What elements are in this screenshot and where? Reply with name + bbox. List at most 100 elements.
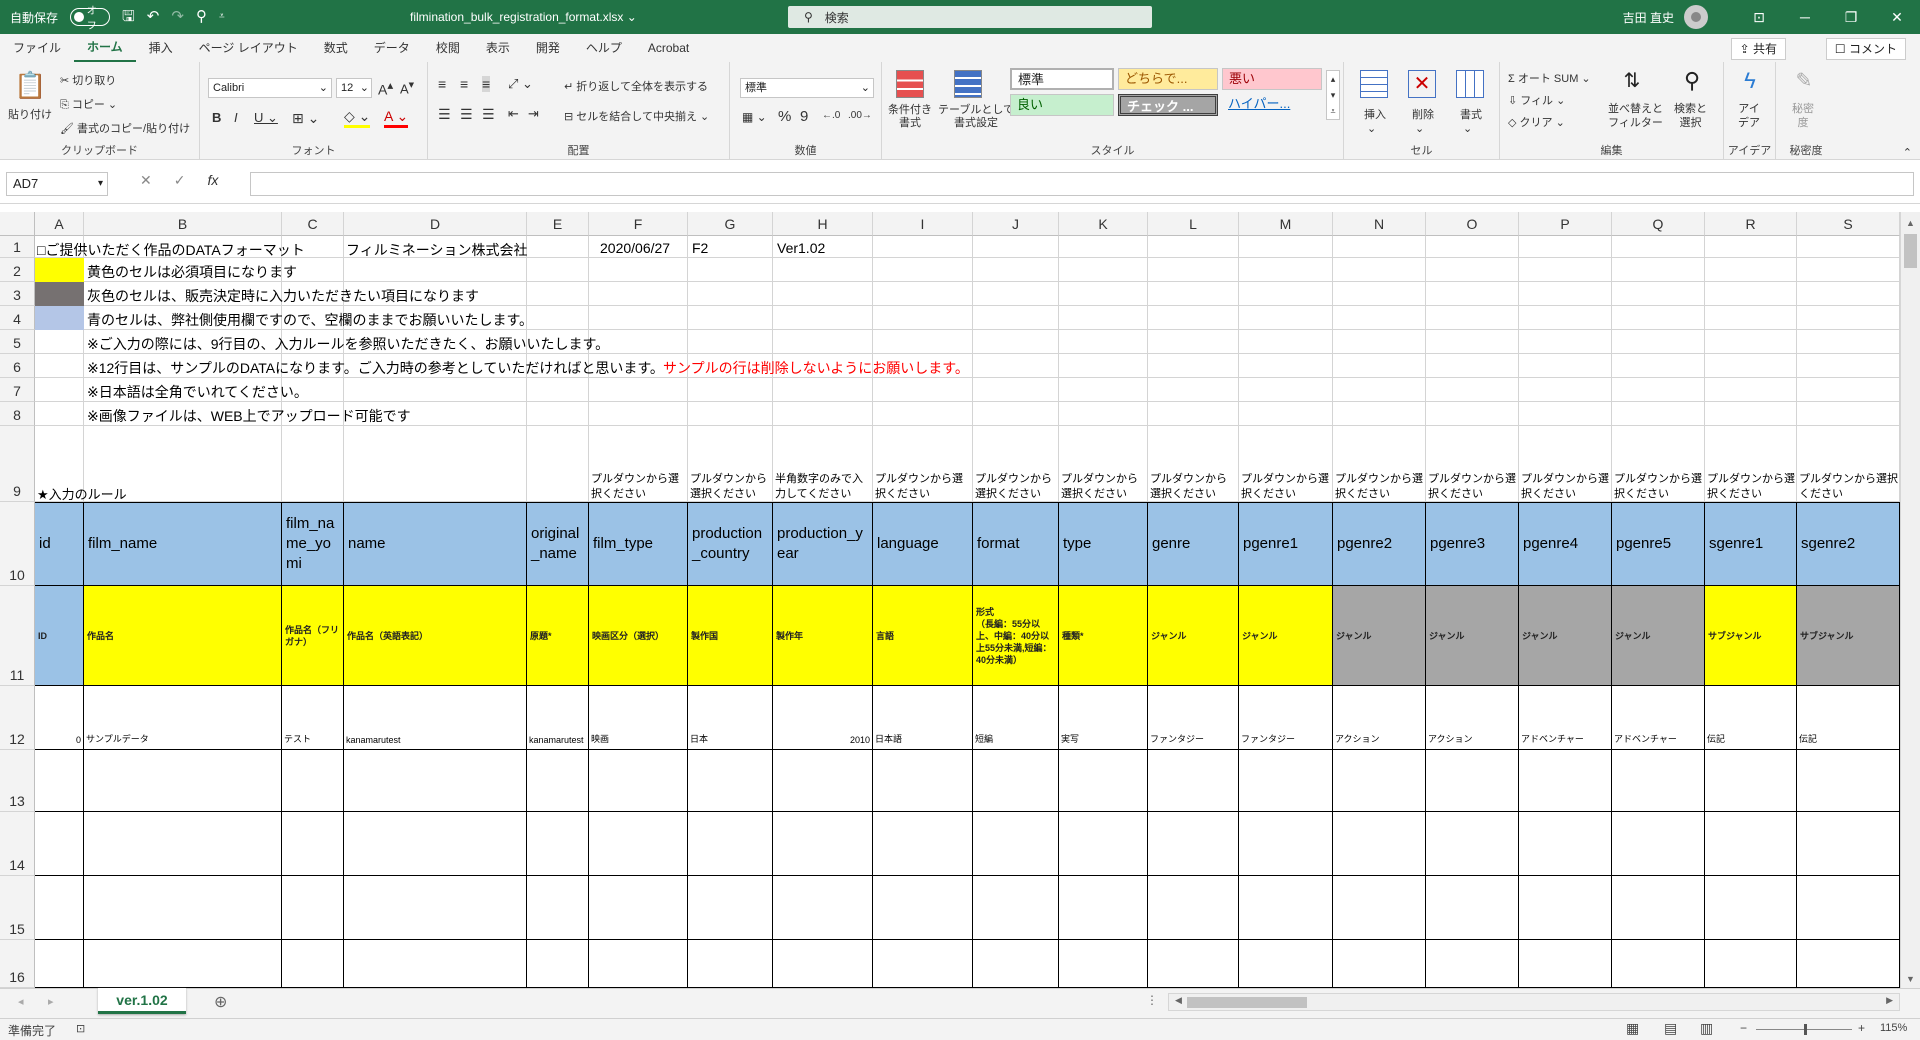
find-select-button[interactable]: 検索と 選択 (1674, 102, 1707, 130)
insert-function-icon[interactable]: fx (207, 172, 218, 189)
cell[interactable] (1333, 330, 1426, 354)
cell[interactable] (873, 402, 973, 426)
style-normal[interactable]: 標準 (1010, 68, 1114, 90)
table-cell[interactable] (1797, 876, 1900, 940)
style-neutral[interactable]: どちらで... (1118, 68, 1218, 90)
font-color-icon[interactable]: A ⌄ (384, 108, 409, 128)
style-good[interactable]: 良い (1010, 94, 1114, 116)
cell[interactable] (688, 282, 773, 306)
insert-cells-button[interactable]: 挿入 ⌄ (1364, 106, 1386, 135)
field-desc-g[interactable]: 製作国 (688, 586, 773, 686)
cell[interactable] (1059, 354, 1148, 378)
cell[interactable] (1612, 402, 1705, 426)
table-cell[interactable] (344, 750, 527, 812)
row-header-12[interactable]: 12 (0, 686, 35, 750)
underline-icon[interactable]: U ⌄ (254, 110, 278, 126)
table-cell[interactable] (344, 812, 527, 876)
cell[interactable] (35, 330, 84, 354)
column-header-q[interactable]: Q (1612, 212, 1705, 236)
format-cells-icon[interactable] (1456, 70, 1484, 98)
table-cell[interactable] (1333, 876, 1426, 940)
font-size-select[interactable]: 12 ⌄ (336, 78, 372, 98)
cell[interactable] (1797, 306, 1900, 330)
cell[interactable] (688, 378, 773, 402)
close-icon[interactable]: ✕ (1874, 9, 1920, 26)
row-header-9[interactable]: 9 (0, 426, 35, 502)
cell[interactable] (589, 402, 688, 426)
table-cell[interactable] (688, 750, 773, 812)
zoom-slider-thumb[interactable] (1804, 1024, 1807, 1035)
table-cell[interactable] (1148, 876, 1239, 940)
cell[interactable] (1239, 354, 1333, 378)
decrease-font-icon[interactable]: A▾ (400, 78, 414, 96)
table-cell[interactable] (35, 940, 84, 988)
tab-acrobat[interactable]: Acrobat (635, 34, 702, 62)
cell[interactable] (873, 378, 973, 402)
cell[interactable] (344, 258, 527, 282)
cell[interactable] (1426, 378, 1519, 402)
cell[interactable] (1797, 258, 1900, 282)
sample-cell-c[interactable]: テスト (282, 686, 344, 750)
cell[interactable] (1333, 236, 1426, 258)
cell[interactable] (1426, 402, 1519, 426)
cell[interactable] (1797, 330, 1900, 354)
sample-cell-i[interactable]: 日本語 (873, 686, 973, 750)
sample-cell-b[interactable]: サンプルデータ (84, 686, 282, 750)
table-cell[interactable] (282, 750, 344, 812)
sample-cell-d[interactable]: kanamarutest (344, 686, 527, 750)
paste-button[interactable]: 貼り付け (8, 106, 52, 122)
table-cell[interactable] (1705, 940, 1797, 988)
field-header-e[interactable]: original_name (527, 502, 589, 586)
cell[interactable] (527, 282, 589, 306)
table-cell[interactable] (973, 940, 1059, 988)
undo-icon[interactable]: ↶ (147, 0, 160, 34)
table-cell[interactable] (873, 750, 973, 812)
field-desc-h[interactable]: 製作年 (773, 586, 873, 686)
table-cell[interactable] (589, 750, 688, 812)
sample-cell-h[interactable]: 2010 (773, 686, 873, 750)
field-header-r[interactable]: sgenre1 (1705, 502, 1797, 586)
font-name-select[interactable]: Calibri ⌄ (208, 78, 332, 98)
cell[interactable] (1797, 354, 1900, 378)
table-cell[interactable] (773, 750, 873, 812)
document-title[interactable]: filmination_bulk_registration_format.xls… (410, 0, 637, 34)
table-cell[interactable] (1239, 876, 1333, 940)
sample-cell-m[interactable]: ファンタジー (1239, 686, 1333, 750)
name-box[interactable]: AD7 ▾ (6, 172, 108, 196)
cell[interactable] (1148, 354, 1239, 378)
field-desc-j[interactable]: 形式 （長編：55分以上、中編：40分以上55分未満,短編：40分未満） (973, 586, 1059, 686)
customize-qat-icon[interactable]: ⩡ (219, 0, 225, 34)
tab-page-layout[interactable]: ページ レイアウト (186, 34, 311, 62)
row-header-10[interactable]: 10 (0, 502, 35, 586)
minimize-icon[interactable]: ─ (1782, 9, 1828, 25)
tab-scroll-right-icon[interactable]: ▸ (48, 995, 54, 1008)
conditional-format-button[interactable]: 条件付き 書式 (888, 104, 932, 130)
decrease-decimal-icon[interactable]: .00→ (848, 110, 872, 121)
cell[interactable] (1333, 282, 1426, 306)
cell[interactable] (1705, 402, 1797, 426)
table-cell[interactable] (1239, 812, 1333, 876)
field-desc-l[interactable]: ジャンル (1148, 586, 1239, 686)
sample-cell-o[interactable]: アクション (1426, 686, 1519, 750)
italic-icon[interactable]: I (234, 110, 238, 125)
cell[interactable] (589, 258, 688, 282)
cell[interactable] (1148, 306, 1239, 330)
cell[interactable] (873, 258, 973, 282)
table-cell[interactable] (589, 876, 688, 940)
cell[interactable] (1059, 258, 1148, 282)
style-bad[interactable]: 悪い (1222, 68, 1322, 90)
styles-more-icon[interactable]: ▴ ▾ ⩡ (1326, 70, 1340, 120)
cell[interactable] (344, 378, 527, 402)
column-header-k[interactable]: K (1059, 212, 1148, 236)
clear-button[interactable]: ◇ クリア ⌄ (1508, 114, 1565, 130)
field-header-s[interactable]: sgenre2 (1797, 502, 1900, 586)
cell[interactable] (1797, 378, 1900, 402)
row-header-3[interactable]: 3 (0, 282, 35, 306)
insert-cells-icon[interactable] (1360, 70, 1388, 98)
cell[interactable] (282, 426, 344, 502)
table-cell[interactable] (344, 940, 527, 988)
cell[interactable] (973, 378, 1059, 402)
zoom-level[interactable]: 115% (1880, 1022, 1907, 1034)
cell[interactable] (344, 426, 527, 502)
table-cell[interactable] (282, 812, 344, 876)
